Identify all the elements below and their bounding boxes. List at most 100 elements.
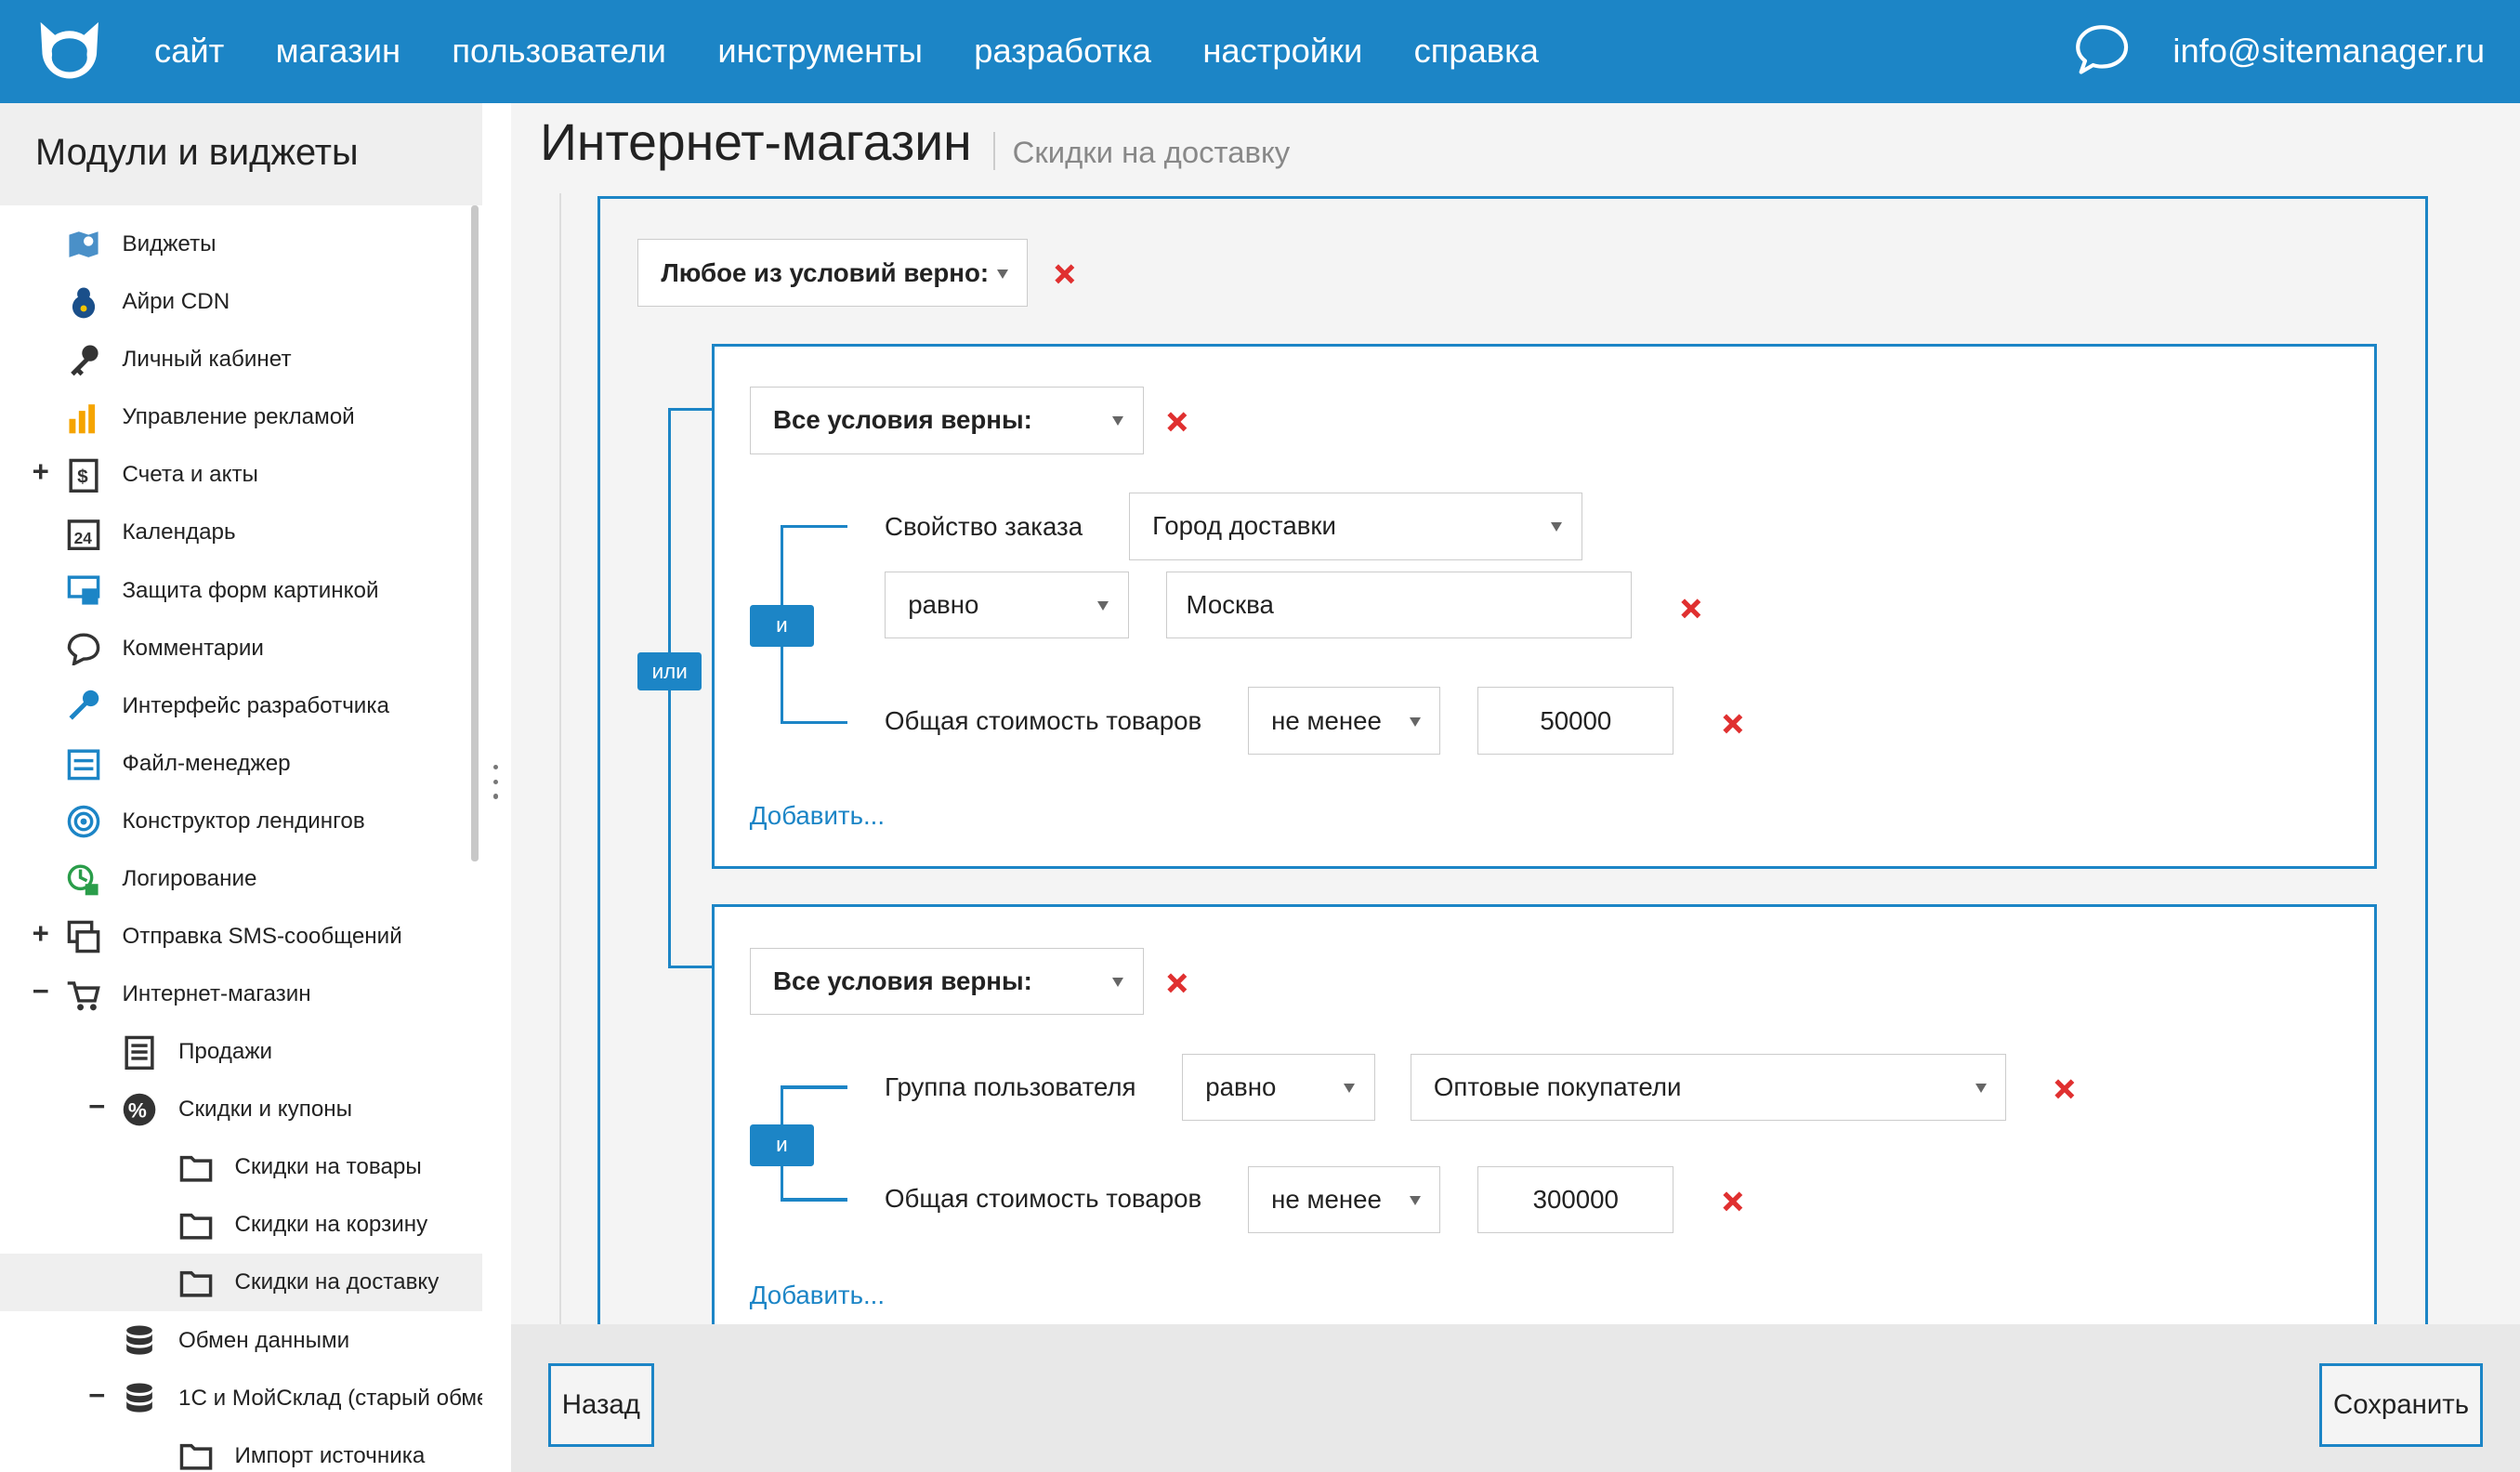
sidebar-item-label: Логирование xyxy=(122,865,257,891)
collapse-icon[interactable]: − xyxy=(88,1379,105,1413)
user-group-select[interactable]: Оптовые покупатели xyxy=(1410,1053,2007,1122)
sidebar-item[interactable]: Скидки на товары xyxy=(0,1138,482,1196)
order-property-select[interactable]: Город доставки xyxy=(1128,493,1582,560)
operator-select[interactable]: равно xyxy=(1182,1053,1375,1122)
sidebar-item[interactable]: Управление рекламой xyxy=(0,388,482,446)
rules-scroll-area[interactable]: Любое из условий верно: или Все условия … xyxy=(511,192,2520,1325)
comparison-select[interactable]: не менее xyxy=(1247,687,1441,755)
collapse-icon[interactable]: − xyxy=(33,975,49,1008)
sidebar-item-label: Календарь xyxy=(122,519,236,545)
sidebar-item[interactable]: Личный кабинет xyxy=(0,331,482,388)
all-conditions-select-value: Все условия верны: xyxy=(772,966,1032,995)
nav-site[interactable]: сайт xyxy=(128,0,250,103)
chevron-down-icon xyxy=(996,269,1008,279)
total-cost-input[interactable]: 300000 xyxy=(1477,1165,1674,1234)
sidebar-item[interactable]: Комментарии xyxy=(0,619,482,677)
order-property-label: Свойство заказа xyxy=(885,511,1083,541)
chevron-down-icon xyxy=(1550,522,1562,532)
total-cost-input-value: 50000 xyxy=(1540,705,1612,735)
delete-icon[interactable] xyxy=(1720,1189,1746,1215)
nav-development[interactable]: разработка xyxy=(949,0,1177,103)
delete-icon[interactable] xyxy=(2052,1076,2078,1102)
sidebar-item-label: Скидки на товары xyxy=(234,1154,422,1180)
collapse-icon[interactable]: − xyxy=(88,1090,105,1124)
any-condition-select[interactable]: Любое из условий верно: xyxy=(637,239,1029,307)
expand-icon[interactable]: + xyxy=(33,455,49,489)
sidebar-item[interactable]: Скидки на доставку xyxy=(0,1254,482,1312)
nav-help[interactable]: справка xyxy=(1388,0,1565,103)
chevron-down-icon xyxy=(1111,977,1123,987)
sidebar-item[interactable]: + Отправка SMS-сообщений xyxy=(0,908,482,966)
module-tree: Виджеты Айри CDN Личный кабинет Управление … xyxy=(0,216,482,1472)
sidebar-item[interactable]: Интерфейс разработчика xyxy=(0,677,482,734)
rule-container: Любое из условий верно: или Все условия … xyxy=(597,195,2429,1325)
comparison-select-value: не менее xyxy=(1271,1185,1382,1215)
city-input-value: Москва xyxy=(1186,590,1274,620)
sidebar-item[interactable]: Виджеты xyxy=(0,216,482,273)
sidebar-item-label: Файл-менеджер xyxy=(122,750,291,776)
delete-icon[interactable] xyxy=(1164,970,1190,996)
sidebar-item[interactable]: − 1С и МойСклад (старый обмен) xyxy=(0,1369,482,1426)
sidebar-item-label: Комментарии xyxy=(122,635,264,661)
sidebar-item-label: 1С и МойСклад (старый обмен) xyxy=(177,1385,482,1411)
title-divider xyxy=(992,131,995,171)
sidebar-item[interactable]: Защита форм картинкой xyxy=(0,561,482,619)
target-icon xyxy=(67,805,100,837)
sidebar: Модули и виджеты Виджеты Айри CDN Личный к… xyxy=(0,102,482,1472)
resize-handle-icon[interactable] xyxy=(492,765,500,813)
sidebar-item[interactable]: −% Скидки и купоны xyxy=(0,1081,482,1138)
delete-icon[interactable] xyxy=(1164,409,1190,435)
or-connector-top xyxy=(668,407,714,412)
captcha-icon xyxy=(67,575,100,605)
sidebar-item-label: Обмен данными xyxy=(177,1327,350,1353)
cat-logo-icon[interactable] xyxy=(33,16,107,86)
sidebar-item[interactable]: Айри CDN xyxy=(0,273,482,331)
save-button[interactable]: Сохранить xyxy=(2318,1362,2484,1447)
sidebar-item-label: Скидки на доставку xyxy=(234,1269,440,1295)
add-condition-link[interactable]: Добавить... xyxy=(750,1281,885,1310)
sms-icon xyxy=(67,920,100,953)
total-cost-label: Общая стоимость товаров xyxy=(885,706,1202,736)
total-cost-input[interactable]: 50000 xyxy=(1477,687,1674,755)
sidebar-item[interactable]: Скидки на корзину xyxy=(0,1196,482,1254)
bar-chart-icon xyxy=(69,404,96,434)
database-icon xyxy=(126,1383,153,1413)
comparison-select[interactable]: не менее xyxy=(1247,1165,1441,1234)
sidebar-item[interactable]: Логирование xyxy=(0,850,482,908)
sidebar-scrollbar[interactable] xyxy=(470,205,479,862)
sidebar-item[interactable]: Файл-менеджер xyxy=(0,734,482,792)
back-button[interactable]: Назад xyxy=(547,1362,654,1447)
sidebar-item[interactable]: 24 Календарь xyxy=(0,504,482,561)
sidebar-item[interactable]: + $ Счета и акты xyxy=(0,446,482,504)
wrench-icon xyxy=(69,690,99,721)
delete-icon[interactable] xyxy=(1720,711,1746,737)
sidebar-item[interactable]: Обмен данными xyxy=(0,1311,482,1369)
sidebar-item[interactable]: Импорт источника xyxy=(0,1426,482,1472)
expand-icon[interactable]: + xyxy=(33,917,49,951)
nav-users[interactable]: пользователи xyxy=(427,0,692,103)
comment-icon xyxy=(67,633,100,666)
sidebar-item-label: Продажи xyxy=(177,1039,273,1065)
city-input[interactable]: Москва xyxy=(1165,571,1633,639)
add-condition-link[interactable]: Добавить... xyxy=(750,801,885,831)
folder-icon xyxy=(179,1156,213,1182)
condition-group-1: Все условия верны: и Свойство заказа Гор… xyxy=(711,343,2377,870)
chevron-down-icon xyxy=(1343,1083,1355,1093)
nav-tools[interactable]: инструменты xyxy=(692,0,949,103)
sidebar-item[interactable]: Продажи xyxy=(0,1023,482,1081)
all-conditions-select[interactable]: Все условия верны: xyxy=(749,947,1144,1016)
and-connector-top xyxy=(780,524,848,529)
nav-shop[interactable]: магазин xyxy=(250,0,427,103)
sidebar-item[interactable]: Конструктор лендингов xyxy=(0,793,482,850)
nav-settings[interactable]: настройки xyxy=(1177,0,1388,103)
user-email[interactable]: info@sitemanager.ru xyxy=(2172,0,2485,103)
delete-icon[interactable] xyxy=(1678,596,1704,622)
delete-icon[interactable] xyxy=(1052,261,1078,287)
sidebar-item[interactable]: − Интернет-магазин xyxy=(0,966,482,1023)
chat-bubble-icon[interactable] xyxy=(2073,22,2131,77)
all-conditions-select[interactable]: Все условия верны: xyxy=(749,386,1144,454)
chevron-down-icon xyxy=(1409,716,1421,727)
operator-select[interactable]: равно xyxy=(885,571,1129,639)
folder-icon xyxy=(179,1214,213,1240)
sidebar-item-label: Личный кабинет xyxy=(122,347,292,373)
